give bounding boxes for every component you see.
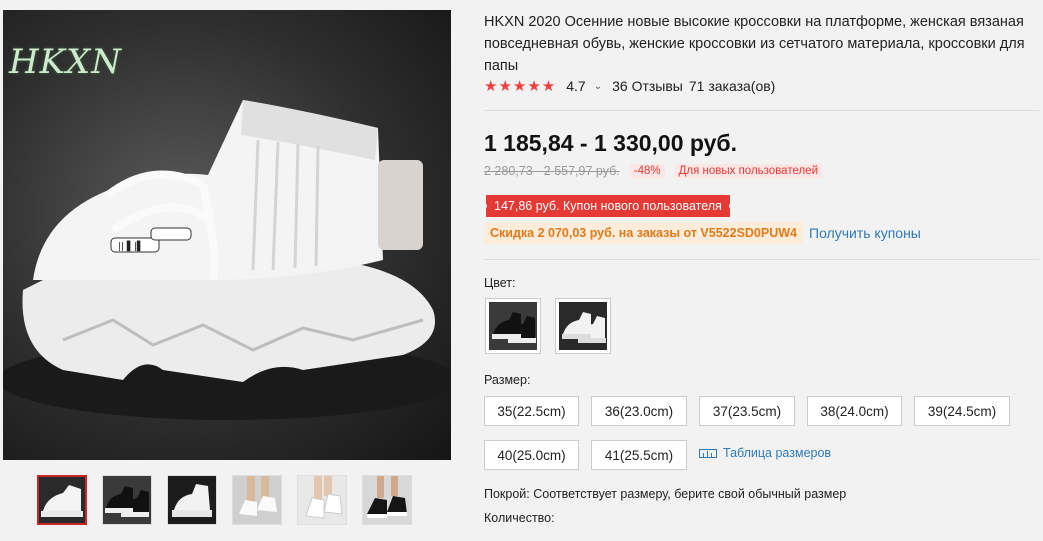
- size-option[interactable]: 41(25.5cm): [591, 440, 687, 470]
- discount-badge: -48%: [629, 164, 665, 178]
- ruler-icon: [699, 448, 717, 458]
- size-option[interactable]: 39(24.5cm): [914, 396, 1010, 426]
- store-coupon[interactable]: Скидка 2 070,03 руб. на заказы от V5522S…: [484, 222, 803, 244]
- rating-value[interactable]: 4.7: [566, 78, 585, 94]
- thumbnail-1[interactable]: [37, 475, 87, 525]
- chevron-down-icon[interactable]: ⌄: [594, 81, 602, 92]
- color-swatch-white[interactable]: [555, 298, 611, 354]
- divider: [484, 259, 1039, 260]
- size-option[interactable]: 38(24.0cm): [807, 396, 902, 426]
- main-product-image[interactable]: || ▌|▌ HKXN: [3, 10, 451, 460]
- get-coupons-link[interactable]: Получить купоны: [809, 225, 921, 241]
- new-user-coupon[interactable]: 147,86 руб. Купон нового пользователя: [484, 195, 730, 217]
- thumbnail-2[interactable]: [102, 475, 152, 525]
- swatch-image: [489, 302, 537, 350]
- brand-watermark: HKXN: [9, 42, 123, 82]
- color-label: Цвет:: [484, 276, 516, 290]
- star-rating-icon: ★★★★★: [484, 78, 557, 95]
- size-option[interactable]: 36(23.0cm): [591, 396, 687, 426]
- swatch-image: [559, 302, 607, 350]
- thumbnail-image: [298, 476, 346, 524]
- thumbnail-5[interactable]: [297, 475, 347, 525]
- thumbnail-image: [168, 476, 216, 524]
- old-price: 2 280,73 - 2 557,97 руб.: [484, 164, 620, 178]
- svg-text:|| ▌|▌: || ▌|▌: [118, 240, 144, 252]
- current-price: 1 185,84 - 1 330,00 руб.: [484, 130, 738, 156]
- thumbnail-image: [363, 476, 411, 524]
- size-option[interactable]: 35(22.5cm): [484, 396, 579, 426]
- quantity-label: Количество:: [484, 511, 555, 525]
- thumbnail-4[interactable]: [232, 475, 282, 525]
- product-title: HKXN 2020 Осенние новые высокие кроссовк…: [484, 14, 1025, 74]
- reviews-link[interactable]: 36 Отзывы: [612, 78, 683, 94]
- old-price-row: 2 280,73 - 2 557,97 руб. -48% Для новых …: [484, 164, 822, 178]
- new-users-badge: Для новых пользователей: [674, 164, 822, 178]
- thumbnail-image: [103, 476, 151, 524]
- thumbnail-image: [39, 477, 85, 523]
- color-swatch-black[interactable]: [485, 298, 541, 354]
- thumbnail-3[interactable]: [167, 475, 217, 525]
- size-table-label: Таблица размеров: [723, 446, 832, 460]
- size-label: Размер:: [484, 373, 531, 387]
- orders-count: 71 заказа(ов): [688, 78, 776, 94]
- fit-info: Покрой: Соответствует размеру, берите св…: [484, 487, 847, 501]
- thumbnail-image: [233, 476, 281, 524]
- thumbnail-6[interactable]: [362, 475, 412, 525]
- divider: [484, 110, 1039, 111]
- size-option[interactable]: 40(25.0cm): [484, 440, 579, 470]
- rating-row: ★★★★★ 4.7 ⌄ 36 Отзывы 71 заказа(ов): [484, 77, 781, 95]
- size-option[interactable]: 37(23.5cm): [699, 396, 795, 426]
- size-table-link[interactable]: Таблица размеров: [699, 446, 831, 460]
- store-coupon-row: Скидка 2 070,03 руб. на заказы от V5522S…: [484, 222, 921, 244]
